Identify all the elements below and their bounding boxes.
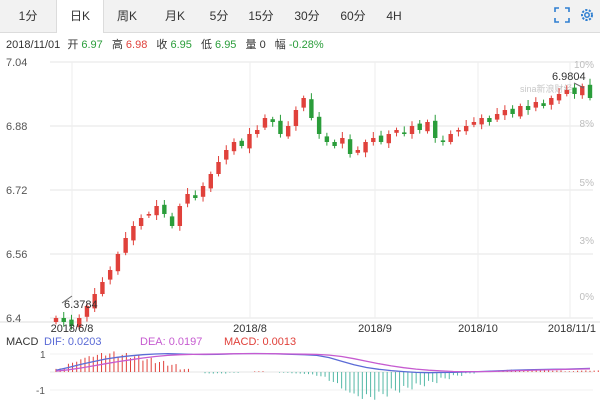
macd-label: MACD bbox=[6, 336, 38, 348]
dif-line bbox=[55, 352, 591, 374]
macd-tick-label: -1 bbox=[36, 386, 45, 397]
macd-lines bbox=[55, 352, 591, 374]
macd-value-label: MACD: 0.0013 bbox=[224, 336, 296, 348]
dif-label: DIF: 0.0203 bbox=[44, 336, 101, 348]
macd-tick-label: 1 bbox=[40, 350, 46, 361]
dea-label: DEA: 0.0197 bbox=[140, 336, 202, 348]
macd-panel: MACD DIF: 0.0203 DEA: 0.0197 MACD: 0.001… bbox=[6, 336, 599, 400]
